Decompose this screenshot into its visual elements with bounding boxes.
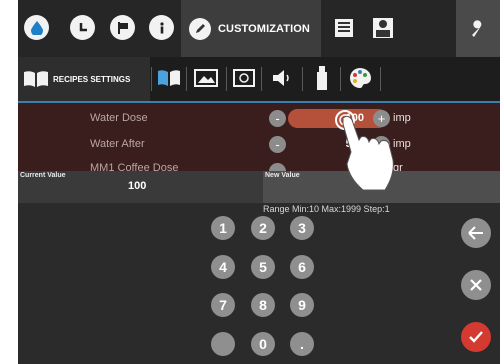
- info-icon[interactable]: [149, 15, 174, 40]
- flag-icon[interactable]: [110, 15, 135, 40]
- sub-toolbar: RECIPES SETTINGS: [18, 57, 500, 101]
- separator: [226, 67, 227, 91]
- separator: [340, 67, 341, 91]
- confirm-button[interactable]: [461, 322, 491, 352]
- clock-icon[interactable]: [70, 15, 95, 40]
- palette-icon[interactable]: [345, 65, 375, 91]
- key-2[interactable]: 2: [251, 216, 275, 240]
- value-panel: Current Value 100 New Value: [18, 171, 500, 203]
- key-0[interactable]: 0: [251, 332, 275, 356]
- tap-gesture-hand-icon: [335, 110, 394, 191]
- settings-wrench-button[interactable]: [456, 0, 500, 57]
- key-8[interactable]: 8: [251, 293, 275, 317]
- cancel-button[interactable]: [461, 270, 491, 300]
- decrement-button[interactable]: -: [269, 136, 286, 153]
- arrow-left-icon: [468, 226, 483, 240]
- tab-customization-label: CUSTOMIZATION: [218, 22, 310, 35]
- backspace-button[interactable]: [461, 218, 491, 248]
- current-value-box: Current Value 100: [18, 171, 263, 203]
- key-3[interactable]: 3: [290, 216, 314, 240]
- separator: [261, 67, 262, 91]
- separator: [302, 67, 303, 91]
- image-icon[interactable]: [192, 65, 220, 91]
- tab-recipes-settings[interactable]: RECIPES SETTINGS: [18, 57, 150, 101]
- separator: [151, 67, 152, 91]
- machine-screen: CUSTOMIZATION RECIPES SETTINGS Water Dos…: [18, 0, 500, 364]
- tab-customization[interactable]: CUSTOMIZATION: [181, 0, 321, 57]
- key-9[interactable]: 9: [290, 293, 314, 317]
- wrench-icon: [472, 19, 482, 37]
- document-list-icon[interactable]: [333, 17, 355, 39]
- key-blank[interactable]: [211, 332, 235, 356]
- key-7[interactable]: 7: [211, 293, 235, 317]
- water-drop-icon[interactable]: [24, 15, 49, 40]
- current-value-label: Current Value: [20, 172, 66, 179]
- list-item[interactable]: Water After - 500 + imp: [18, 133, 500, 158]
- tab-recipes-settings-label: RECIPES SETTINGS: [53, 74, 131, 84]
- parameter-name: Water Dose: [90, 112, 148, 124]
- pencil-icon: [189, 17, 211, 40]
- key-4[interactable]: 4: [211, 255, 235, 279]
- barista-user-icon[interactable]: [372, 17, 394, 39]
- list-item[interactable]: Water Dose - 100 + imp: [18, 107, 500, 132]
- open-book-icon: [24, 71, 48, 87]
- range-info: Range Min:10 Max:1999 Step:1: [263, 204, 390, 214]
- speaker-icon[interactable]: [267, 65, 297, 91]
- close-icon: [470, 279, 482, 291]
- book-icon[interactable]: [156, 65, 182, 91]
- checkmark-icon: [469, 331, 483, 343]
- key-6[interactable]: 6: [290, 255, 314, 279]
- separator: [380, 67, 381, 91]
- decrement-button[interactable]: -: [269, 110, 286, 127]
- parameter-name: Water After: [90, 138, 145, 150]
- recipe-parameter-list: Water Dose - 100 + imp Water After - 500…: [18, 101, 500, 173]
- usb-stick-icon[interactable]: [312, 65, 332, 91]
- new-value-label: New Value: [265, 172, 300, 179]
- key-decimal[interactable]: .: [290, 332, 314, 356]
- top-toolbar: CUSTOMIZATION: [18, 0, 500, 57]
- screensaver-icon[interactable]: [231, 65, 257, 91]
- key-1[interactable]: 1: [211, 216, 235, 240]
- key-5[interactable]: 5: [251, 255, 275, 279]
- separator: [186, 67, 187, 91]
- current-value: 100: [128, 180, 147, 192]
